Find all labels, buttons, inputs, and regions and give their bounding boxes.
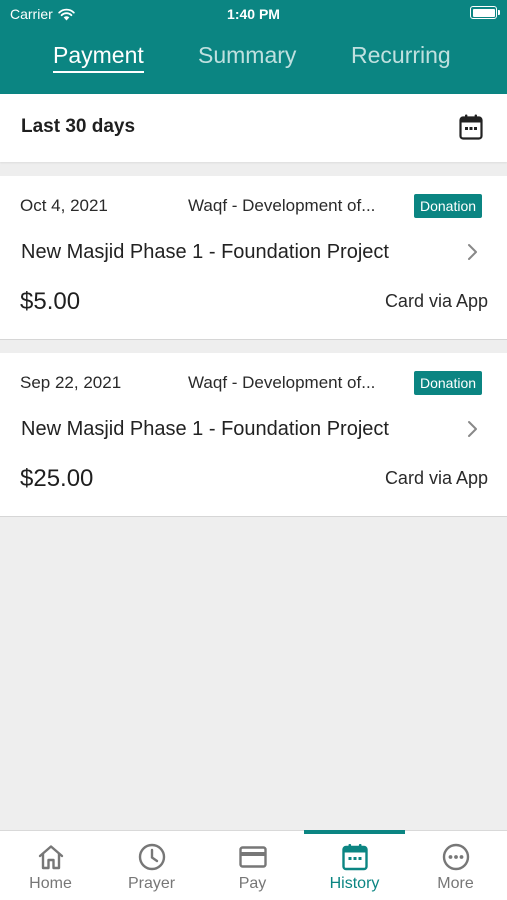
chevron-right-icon[interactable] — [466, 420, 478, 438]
donation-badge: Donation — [414, 371, 483, 395]
card-icon — [239, 846, 267, 868]
transaction-amount: $25.00 — [20, 465, 94, 492]
transaction-fund: Waqf - Development of... — [188, 373, 376, 392]
chevron-right-icon[interactable] — [466, 243, 478, 261]
clock-icon — [138, 843, 166, 871]
transaction-amount: $5.00 — [20, 288, 81, 315]
bottom-tab-bar: Home Prayer Pay History More — [0, 830, 507, 900]
home-icon — [38, 845, 64, 870]
status-bar: Carrier 1:40 PM — [0, 0, 507, 30]
status-time: 1:40 PM — [227, 6, 280, 22]
transaction-project: New Masjid Phase 1 - Foundation Project — [21, 241, 389, 263]
app-header: Carrier 1:40 PM Payment Summary Recurrin… — [0, 0, 507, 94]
segment-tabs: Payment Summary Recurring — [0, 42, 507, 82]
tab-summary[interactable]: Summary — [198, 42, 296, 69]
tab-recurring[interactable]: Recurring — [351, 42, 451, 69]
transaction-card[interactable]: Sep 22, 2021 Waqf - Development of... Do… — [0, 353, 507, 517]
nav-home-label: Home — [29, 875, 72, 892]
nav-pay-label: Pay — [238, 875, 267, 892]
nav-prayer[interactable]: Prayer — [101, 831, 202, 900]
tab-payment[interactable]: Payment — [53, 42, 144, 73]
transaction-date: Sep 22, 2021 — [20, 373, 122, 392]
transaction-fund: Waqf - Development of... — [188, 196, 376, 215]
payment-method: Card via App — [384, 291, 488, 311]
nav-pay[interactable]: Pay — [202, 831, 303, 900]
nav-more[interactable]: More — [405, 831, 506, 900]
calendar-icon[interactable] — [459, 114, 483, 140]
nav-history-label: History — [329, 875, 380, 892]
nav-more-label: More — [437, 875, 474, 892]
battery-icon — [470, 6, 500, 19]
date-range-label: Last 30 days — [21, 116, 136, 137]
nav-home[interactable]: Home — [0, 831, 101, 900]
payment-method: Card via App — [384, 468, 488, 488]
transaction-date: Oct 4, 2021 — [20, 196, 108, 215]
calendar-icon — [342, 844, 368, 871]
nav-history[interactable]: History — [304, 830, 405, 900]
nav-prayer-label: Prayer — [127, 875, 176, 892]
transaction-card[interactable]: Oct 4, 2021 Waqf - Development of... Don… — [0, 176, 507, 340]
transaction-project: New Masjid Phase 1 - Foundation Project — [21, 418, 389, 440]
donation-badge: Donation — [414, 194, 483, 218]
more-icon — [442, 843, 470, 871]
date-filter-bar: Last 30 days — [0, 94, 507, 162]
